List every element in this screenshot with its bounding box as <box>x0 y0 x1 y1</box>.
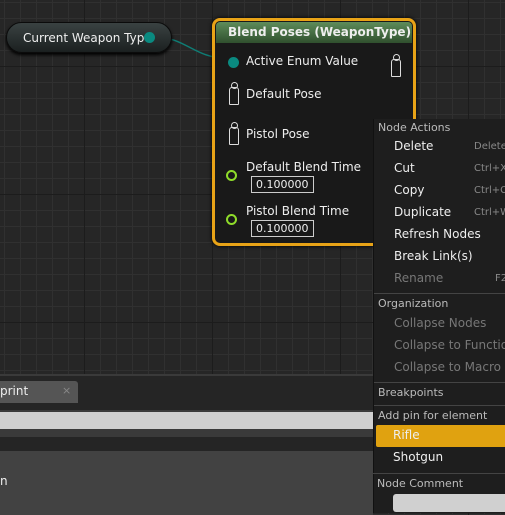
node-comment-input[interactable] <box>393 494 505 512</box>
results-area: n <box>0 451 373 515</box>
default-blend-label: Default Blend Time <box>246 160 362 174</box>
section-node-actions: Node Actions <box>378 121 451 134</box>
menu-item-break-links[interactable]: Break Link(s) <box>394 249 473 263</box>
default-pose-label: Default Pose <box>246 87 322 101</box>
menu-item-cut[interactable]: Cut <box>394 161 415 175</box>
current-weapon-type-node[interactable]: Current Weapon Type <box>6 22 172 53</box>
menu-item-duplicate[interactable]: Duplicate <box>394 205 451 219</box>
menu-item-rename[interactable]: Rename <box>394 271 443 285</box>
menu-item-refresh-nodes[interactable]: Refresh Nodes <box>394 227 481 241</box>
section-organization: Organization <box>378 297 449 310</box>
close-icon[interactable]: × <box>62 384 71 397</box>
enum-input-pin-icon[interactable] <box>228 57 239 68</box>
pistol-blend-input[interactable]: 0.100000 <box>251 220 314 237</box>
menu-item-collapse-function[interactable]: Collapse to Function <box>394 338 505 352</box>
default-pose-pin-icon[interactable] <box>229 82 239 105</box>
menu-item-shotgun[interactable]: Shotgun <box>393 450 443 464</box>
node-title: Blend Poses (WeaponType) <box>216 22 412 43</box>
section-add-pin: Add pin for element <box>378 409 488 422</box>
pose-output-pin-icon[interactable] <box>391 54 401 77</box>
shortcut-rename: F2 <box>495 273 505 284</box>
shortcut-copy: Ctrl+C <box>474 185 505 196</box>
pistol-blend-label: Pistol Blend Time <box>246 204 350 218</box>
blueprint-tab[interactable]: print × <box>0 381 78 403</box>
default-blend-input[interactable]: 0.100000 <box>251 176 314 193</box>
section-node-comment: Node Comment <box>377 477 464 490</box>
shortcut-delete: Delete <box>474 141 505 152</box>
pistol-pose-label: Pistol Pose <box>246 127 310 141</box>
menu-item-rifle[interactable]: Rifle <box>393 428 420 442</box>
search-bar[interactable] <box>0 412 373 429</box>
active-enum-label: Active Enum Value <box>246 54 359 68</box>
result-text: n <box>0 474 8 488</box>
menu-item-collapse-nodes[interactable]: Collapse Nodes <box>394 316 486 330</box>
default-blend-pin-icon[interactable] <box>226 170 237 181</box>
pistol-blend-pin-icon[interactable] <box>226 214 237 225</box>
pistol-pose-pin-icon[interactable] <box>229 122 239 145</box>
enum-output-pin-icon[interactable] <box>144 32 155 43</box>
menu-item-collapse-macro[interactable]: Collapse to Macro <box>394 360 501 374</box>
shortcut-cut: Ctrl+X <box>474 163 505 174</box>
section-breakpoints: Breakpoints <box>378 386 444 399</box>
menu-item-delete[interactable]: Delete <box>394 139 433 153</box>
variable-label: Current Weapon Type <box>23 31 152 45</box>
menu-item-copy[interactable]: Copy <box>394 183 424 197</box>
tab-label: print <box>0 384 29 398</box>
shortcut-duplicate: Ctrl+W <box>474 207 505 218</box>
